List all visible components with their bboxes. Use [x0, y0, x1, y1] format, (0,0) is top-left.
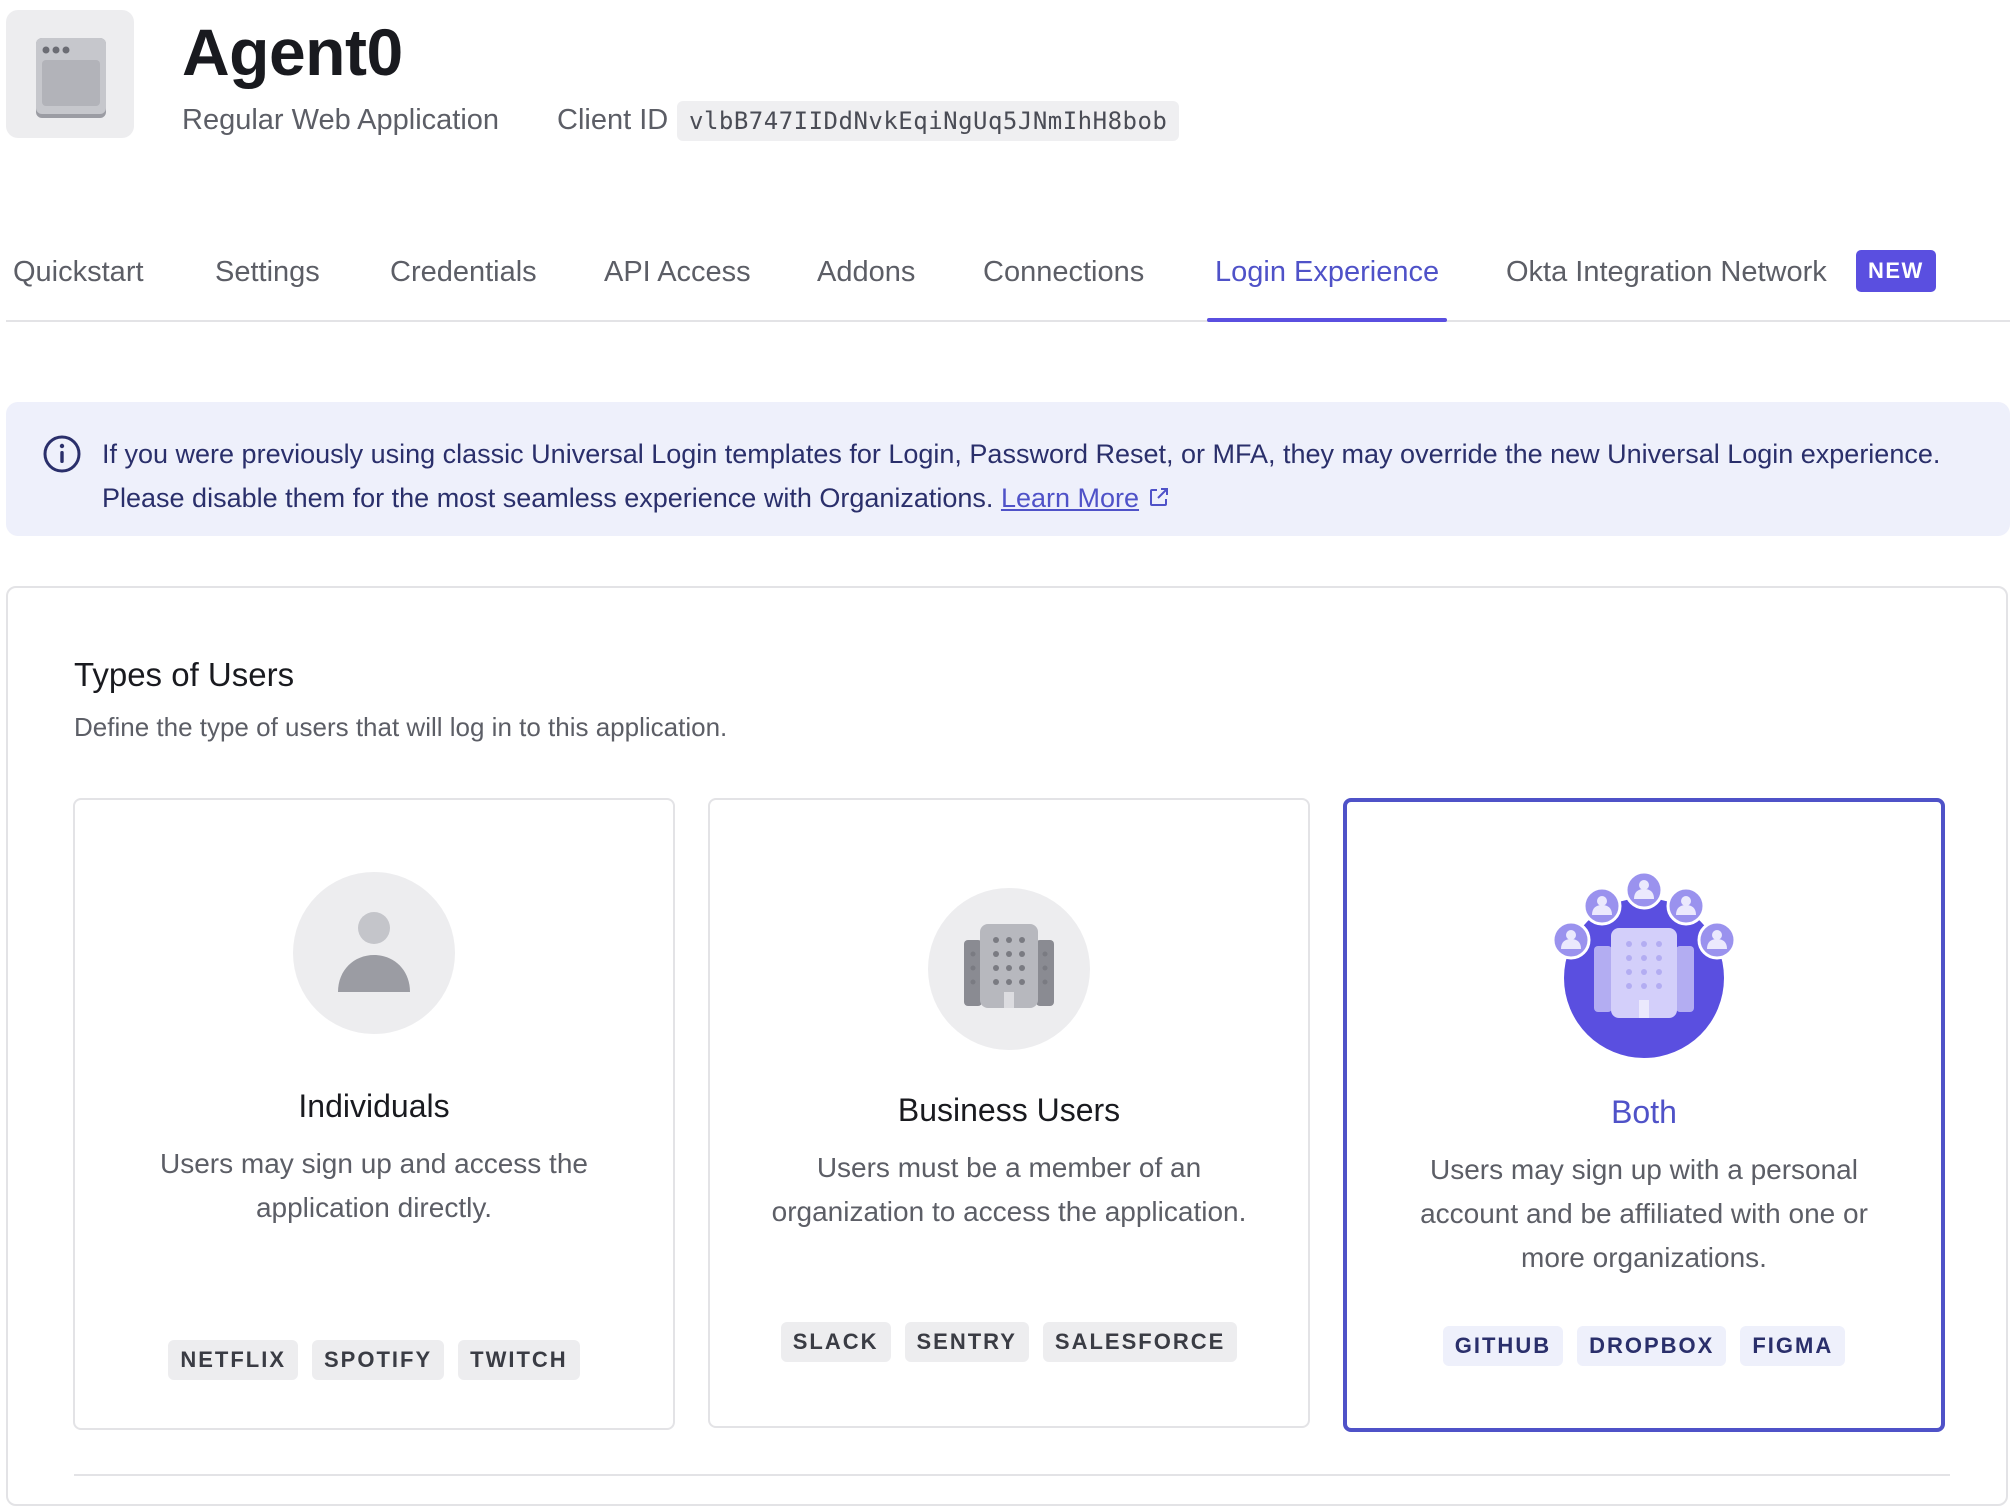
tab-credentials[interactable]: Credentials: [390, 244, 537, 320]
option-title: Individuals: [298, 1088, 450, 1124]
app-name: Agent0: [182, 15, 403, 89]
learn-more-link[interactable]: Learn More: [1001, 483, 1139, 513]
building-with-users-icon: [1551, 870, 1737, 1058]
section-title: Types of Users: [74, 656, 295, 693]
client-id-value[interactable]: vlbB747IIDdNvkEqiNgUq5JNmIhH8bob: [677, 101, 1180, 141]
new-badge: NEW: [1856, 250, 1936, 292]
option-description: Users may sign up with a personal accoun…: [1420, 1154, 1868, 1273]
example-tags: SLACK SENTRY SALESFORCE: [710, 1322, 1308, 1362]
app-icon: [6, 10, 134, 138]
tag: NETFLIX: [168, 1340, 298, 1380]
tab-quickstart[interactable]: Quickstart: [13, 244, 144, 320]
tab-api-access[interactable]: API Access: [604, 244, 751, 320]
browser-window-icon: [36, 38, 106, 118]
tab-addons[interactable]: Addons: [817, 244, 915, 320]
option-title: Both: [1611, 1094, 1677, 1130]
types-of-users-card: Types of Users Define the type of users …: [6, 586, 2008, 1506]
example-tags: GITHUB DROPBOX FIGMA: [1347, 1326, 1941, 1366]
tag: DROPBOX: [1577, 1326, 1727, 1366]
info-banner: If you were previously using classic Uni…: [6, 402, 2010, 536]
option-individuals[interactable]: Individuals Users may sign up and access…: [73, 798, 675, 1430]
tag: SENTRY: [904, 1322, 1029, 1362]
person-icon: [293, 872, 455, 1034]
option-description: Users must be a member of an organizatio…: [771, 1152, 1247, 1227]
section-divider: [74, 1474, 1950, 1476]
external-link-icon[interactable]: [1147, 485, 1171, 509]
tag: SPOTIFY: [312, 1340, 445, 1380]
tab-bar: Quickstart Settings Credentials API Acce…: [6, 244, 2010, 322]
option-business-users[interactable]: Business Users Users must be a member of…: [708, 798, 1310, 1428]
example-tags: NETFLIX SPOTIFY TWITCH: [75, 1340, 673, 1380]
tag: GITHUB: [1442, 1326, 1564, 1366]
section-description: Define the type of users that will log i…: [74, 712, 728, 742]
building-icon: [928, 888, 1090, 1050]
app-type: Regular Web Application: [182, 104, 500, 136]
option-description: Users may sign up and access the applica…: [160, 1148, 588, 1223]
option-title: Business Users: [897, 1092, 1121, 1128]
tab-connections[interactable]: Connections: [983, 244, 1144, 320]
tag: FIGMA: [1740, 1326, 1846, 1366]
tag: TWITCH: [458, 1340, 580, 1380]
tab-login-experience[interactable]: Login Experience: [1206, 244, 1448, 322]
tag: SLACK: [780, 1322, 891, 1362]
tab-okta-integration-network[interactable]: Okta Integration Network: [1506, 244, 1827, 320]
banner-message: If you were previously using classic Uni…: [102, 432, 1982, 520]
option-both[interactable]: Both Users may sign up with a personal a…: [1343, 798, 1945, 1432]
client-id-label: Client ID: [557, 104, 669, 136]
info-icon: [43, 435, 81, 473]
tag: SALESFORCE: [1042, 1322, 1238, 1362]
tab-settings[interactable]: Settings: [215, 244, 320, 320]
